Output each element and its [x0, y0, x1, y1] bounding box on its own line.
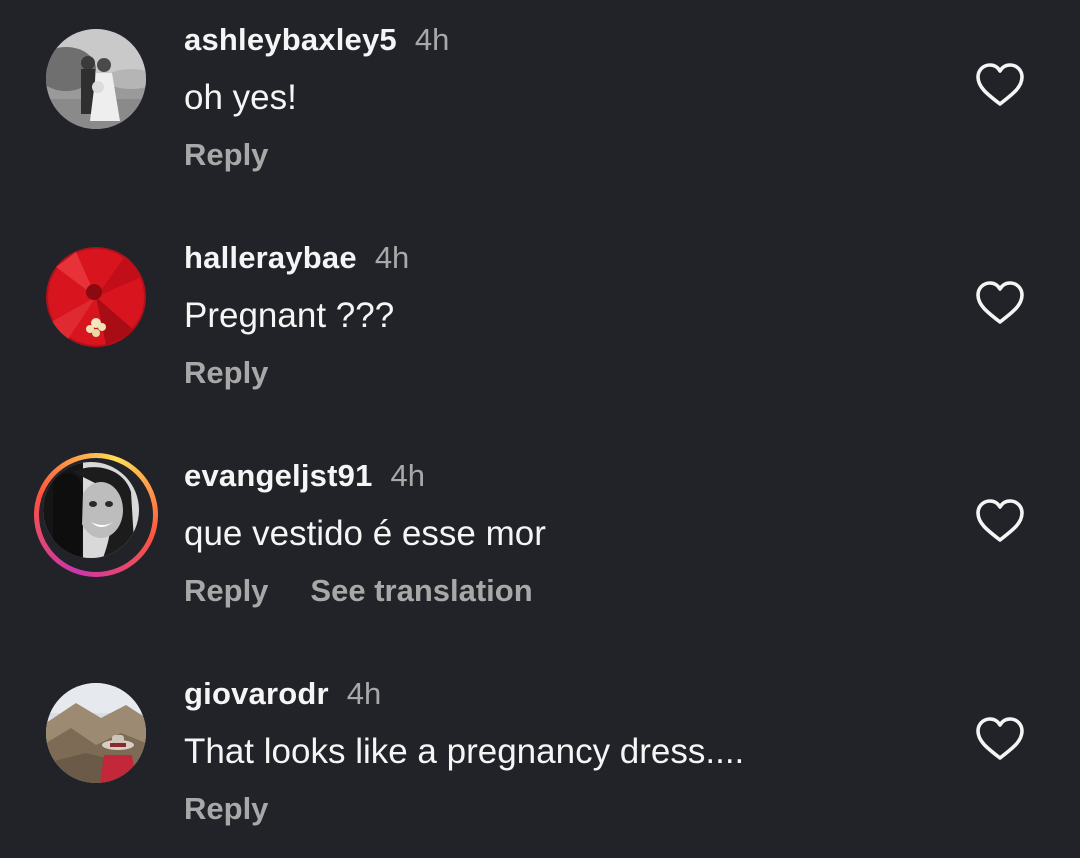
user-avatar-story-ring[interactable]	[34, 453, 158, 577]
username[interactable]: evangeljst91	[184, 458, 373, 493]
comment-text: oh yes!	[184, 78, 297, 117]
timestamp: 4h	[374, 240, 410, 275]
user-avatar	[43, 462, 139, 558]
user-avatar[interactable]	[46, 683, 146, 783]
comment-actions: Reply	[184, 791, 310, 827]
comment-text: Pregnant ???	[184, 296, 395, 335]
comment-item: ashleybaxley5 4h oh yes! Reply	[0, 0, 1080, 190]
comment-header: ashleybaxley5 4h	[184, 22, 449, 58]
comment-header: halleraybae 4h	[184, 240, 409, 276]
mountain-hat-avatar-image	[46, 683, 146, 783]
comment-header: evangeljst91 4h	[184, 458, 425, 494]
comment-actions: Reply	[184, 137, 310, 173]
comment-actions: Reply See translation	[184, 573, 575, 609]
timestamp: 4h	[390, 458, 425, 493]
comment-actions: Reply	[184, 355, 310, 391]
user-avatar[interactable]	[46, 29, 146, 129]
user-avatar[interactable]	[46, 247, 146, 347]
username[interactable]: halleraybae	[184, 240, 357, 275]
username[interactable]: ashleybaxley5	[184, 22, 397, 57]
heart-outline-icon[interactable]	[975, 62, 1025, 108]
comment-item: giovarodr 4h That looks like a pregnancy …	[0, 654, 1080, 844]
heart-outline-icon[interactable]	[975, 716, 1025, 762]
reply-button[interactable]: Reply	[184, 137, 268, 172]
reply-button[interactable]: Reply	[184, 791, 268, 826]
comment-text: que vestido é esse mor	[184, 514, 546, 553]
comment-item: evangeljst91 4h que vestido é esse mor Re…	[0, 436, 1080, 626]
heart-outline-icon[interactable]	[975, 280, 1025, 326]
heart-outline-icon[interactable]	[975, 498, 1025, 544]
timestamp: 4h	[346, 676, 382, 711]
comment-item: halleraybae 4h Pregnant ??? Reply	[0, 218, 1080, 408]
wedding-photo-avatar-image	[46, 29, 146, 129]
comment-header: giovarodr 4h	[184, 676, 381, 712]
red-flower-avatar-image	[46, 247, 146, 347]
portrait-avatar-image	[43, 462, 139, 558]
username[interactable]: giovarodr	[184, 676, 329, 711]
timestamp: 4h	[414, 22, 450, 57]
reply-button[interactable]: Reply	[184, 573, 268, 608]
see-translation-button[interactable]: See translation	[310, 573, 532, 608]
reply-button[interactable]: Reply	[184, 355, 268, 390]
comment-text: That looks like a pregnancy dress....	[184, 732, 745, 771]
